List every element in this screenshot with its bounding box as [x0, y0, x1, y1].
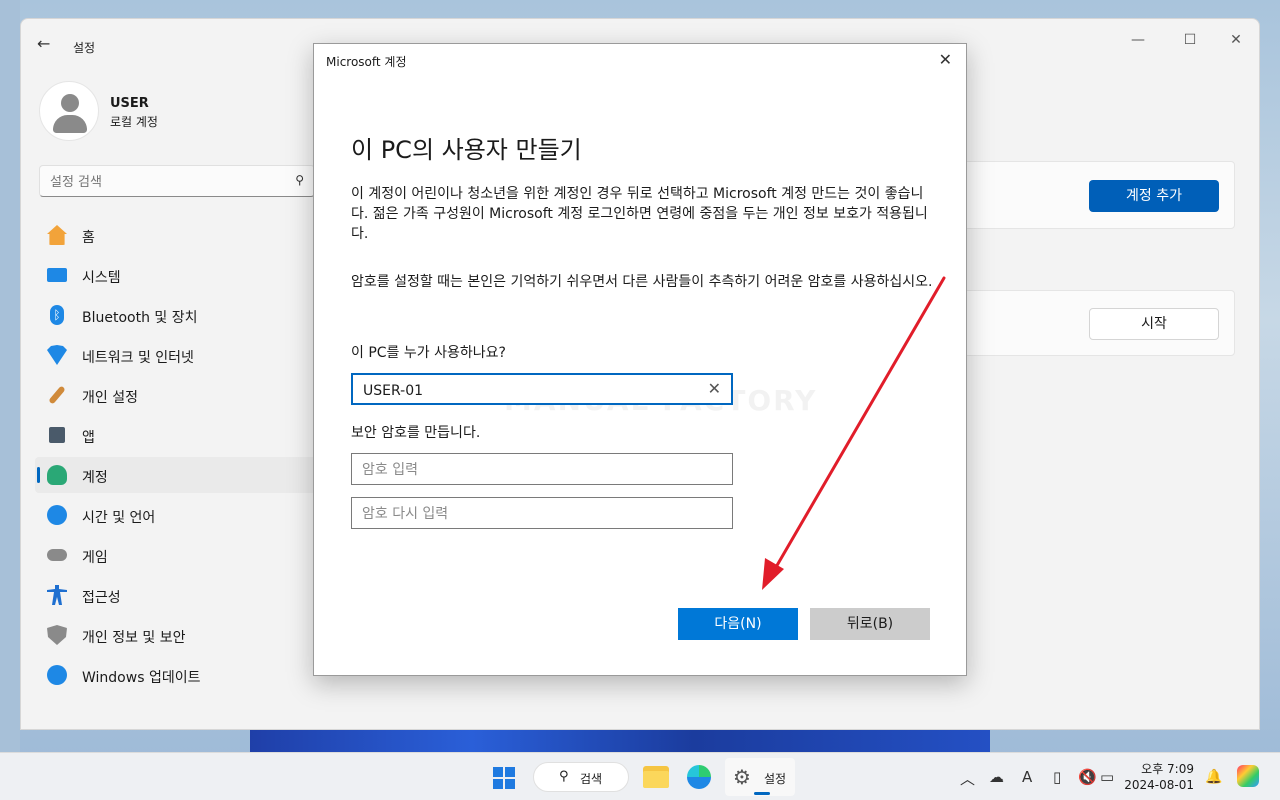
- globe-clock-icon: [47, 505, 67, 525]
- sidebar-item-system[interactable]: 시스템: [35, 257, 317, 293]
- sidebar-item-windows-update[interactable]: Windows 업데이트: [35, 657, 317, 693]
- gamepad-icon: [47, 549, 67, 561]
- file-explorer-icon[interactable]: [643, 766, 669, 788]
- sidebar-item-apps[interactable]: 앱: [35, 417, 317, 453]
- dialog-title-bar: Microsoft 계정 ✕: [314, 44, 966, 76]
- close-icon[interactable]: ✕: [939, 50, 952, 69]
- brush-icon: [48, 385, 66, 405]
- close-window-button[interactable]: ✕: [1213, 29, 1259, 51]
- avatar: [39, 81, 99, 141]
- sidebar-item-label: 개인 정보 및 보안: [82, 630, 186, 646]
- sidebar-item-label: 홈: [82, 230, 95, 246]
- sidebar-item-label: Windows 업데이트: [82, 670, 201, 686]
- user-name: USER: [110, 96, 149, 111]
- sidebar-item-label: 개인 설정: [82, 390, 138, 406]
- clock-time: 오후 7:09: [1141, 762, 1194, 776]
- update-icon: [47, 665, 67, 685]
- dialog-heading: 이 PC의 사용자 만들기: [351, 136, 582, 164]
- gear-icon: ⚙: [733, 765, 751, 789]
- user-account-type: 로컬 계정: [110, 115, 158, 129]
- notification-bell-icon[interactable]: 🔔: [1205, 769, 1222, 785]
- sidebar-nav: 홈 시스템 ᛒ Bluetooth 및 장치 네트워크 및 인터넷 개인 설정 …: [35, 217, 317, 697]
- sidebar-item-home[interactable]: 홈: [35, 217, 317, 253]
- add-account-button[interactable]: 계정 추가: [1089, 180, 1219, 212]
- sidebar-item-privacy[interactable]: 개인 정보 및 보안: [35, 617, 317, 653]
- sidebar-item-accounts[interactable]: 계정: [35, 457, 317, 493]
- password-confirm-field[interactable]: [351, 497, 733, 529]
- monitor-icon: [47, 268, 67, 282]
- username-label: 이 PC를 누가 사용하나요?: [351, 345, 506, 361]
- clock-date: 2024-08-01: [1124, 778, 1194, 792]
- sidebar-item-label: 게임: [82, 550, 108, 566]
- microsoft-account-dialog: Microsoft 계정 ✕ MANUAL FACTORY 이 PC의 사용자 …: [313, 43, 967, 676]
- start-icon[interactable]: [493, 767, 515, 789]
- username-input[interactable]: [363, 381, 703, 401]
- desktop-wallpaper: [0, 0, 20, 752]
- search-icon: ⚲: [559, 769, 569, 784]
- sidebar-item-label: 시간 및 언어: [82, 510, 156, 526]
- edge-icon[interactable]: [687, 765, 711, 789]
- settings-search[interactable]: ⚲: [39, 165, 315, 197]
- username-field[interactable]: ✕: [351, 373, 733, 405]
- accessibility-icon: [47, 585, 67, 605]
- cloud-off-icon[interactable]: ☁: [989, 768, 1004, 786]
- password-advice: 암호를 설정할 때는 본인은 기억하기 쉬우면서 다른 사람들이 추측하기 어려…: [351, 274, 933, 290]
- shield-icon: [47, 625, 67, 645]
- sidebar-item-label: 네트워크 및 인터넷: [82, 350, 194, 366]
- password-field[interactable]: [351, 453, 733, 485]
- ime-icon[interactable]: A: [1022, 768, 1032, 786]
- active-app-indicator: [754, 792, 770, 795]
- copilot-icon[interactable]: [1237, 765, 1259, 787]
- apps-icon: [49, 427, 65, 443]
- volume-icon[interactable]: 🔇: [1078, 768, 1097, 786]
- sidebar-item-label: 접근성: [82, 590, 121, 606]
- start-button[interactable]: 시작: [1089, 308, 1219, 340]
- bluetooth-icon: ᛒ: [50, 305, 64, 325]
- avatar-body-icon: [53, 115, 87, 133]
- person-icon: [47, 465, 67, 485]
- clear-icon[interactable]: ✕: [708, 379, 721, 398]
- child-account-notice: 이 계정이 어린이나 청소년을 위한 계정인 경우 뒤로 선택하고 Micros…: [351, 186, 928, 242]
- search-input[interactable]: [50, 172, 280, 192]
- device-icon[interactable]: ▯: [1053, 768, 1061, 786]
- search-icon[interactable]: ⚲: [295, 173, 304, 187]
- sidebar-item-label: Bluetooth 및 장치: [82, 310, 198, 326]
- battery-icon[interactable]: ▭: [1100, 768, 1114, 786]
- active-indicator: [37, 467, 40, 483]
- taskbar-search-label: 검색: [580, 772, 603, 786]
- avatar-head-icon: [61, 94, 79, 112]
- sidebar-item-bluetooth[interactable]: ᛒ Bluetooth 및 장치: [35, 297, 317, 333]
- taskbar-search[interactable]: ⚲ 검색: [533, 762, 629, 792]
- password-confirm-input[interactable]: [362, 504, 702, 524]
- sidebar-item-label: 시스템: [82, 270, 121, 286]
- wifi-icon: [47, 345, 67, 365]
- app-title: 설정: [73, 41, 96, 55]
- taskbar-settings-app[interactable]: ⚙ 설정: [725, 758, 795, 796]
- taskbar-settings-label: 설정: [764, 772, 787, 786]
- taskbar: ⚲ 검색 ⚙ 설정 ︿ ☁ A ▯ 🔇 ▭ 오후 7:09 2024-08-01…: [0, 752, 1280, 800]
- chevron-up-icon[interactable]: ︿: [960, 768, 975, 789]
- back-arrow-icon[interactable]: ←: [37, 35, 55, 53]
- dialog-title: Microsoft 계정: [326, 55, 407, 69]
- sidebar-item-label: 앱: [82, 430, 95, 446]
- sidebar-item-network[interactable]: 네트워크 및 인터넷: [35, 337, 317, 373]
- sidebar-item-accessibility[interactable]: 접근성: [35, 577, 317, 613]
- home-icon: [47, 225, 67, 245]
- next-button[interactable]: 다음(N): [678, 608, 798, 640]
- sidebar-item-time-language[interactable]: 시간 및 언어: [35, 497, 317, 533]
- password-input[interactable]: [362, 460, 702, 480]
- maximize-button[interactable]: ☐: [1167, 29, 1213, 51]
- minimize-button[interactable]: —: [1115, 29, 1161, 51]
- sidebar-item-gaming[interactable]: 게임: [35, 537, 317, 573]
- back-button[interactable]: 뒤로(B): [810, 608, 930, 640]
- clock[interactable]: 오후 7:09 2024-08-01: [1124, 761, 1194, 793]
- sidebar-item-label: 계정: [82, 470, 108, 486]
- password-section-label: 보안 암호를 만듭니다.: [351, 425, 481, 441]
- sidebar-item-personalization[interactable]: 개인 설정: [35, 377, 317, 413]
